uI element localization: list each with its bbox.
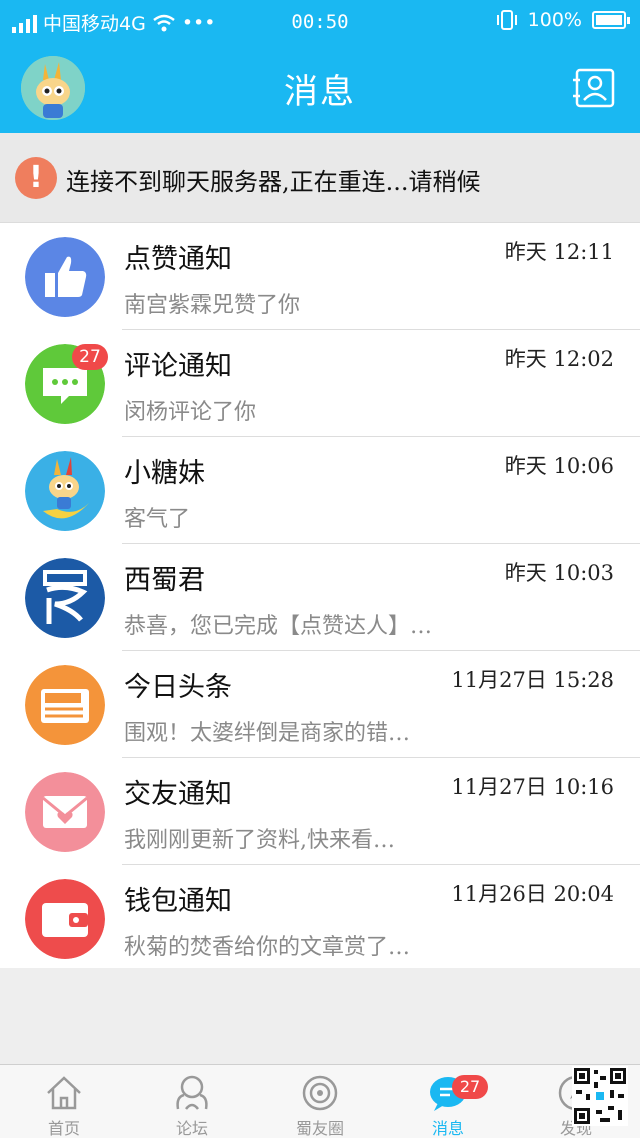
shu-logo-avatar (25, 558, 105, 638)
phone-vibrate-icon (496, 10, 517, 30)
heart-envelope-icon (25, 772, 105, 852)
qr-code-watermark (572, 1066, 628, 1126)
friends-circle-icon (302, 1075, 338, 1111)
message-preview: 客气了 (124, 507, 191, 532)
message-preview: 秋菊的焚香给你的文章赏了… (124, 935, 411, 960)
message-title: 交友通知 (124, 779, 232, 810)
message-time: 昨天 12:11 (504, 240, 614, 264)
page-title: 消息 (284, 72, 356, 112)
rabbit-mascot-avatar (25, 451, 105, 531)
tab-home[interactable]: 首页 (0, 1065, 128, 1138)
message-preview: 南宫紫霖兕赞了你 (124, 293, 301, 318)
message-row-xiaotangmei[interactable]: 小糖妹 昨天 10:06 客气了 (0, 437, 640, 544)
message-time: 昨天 10:06 (504, 454, 614, 478)
message-title: 西蜀君 (124, 565, 205, 596)
alert-text: 连接不到聊天服务器,正在重连...请稍候 (66, 168, 481, 196)
message-title: 评论通知 (124, 351, 232, 382)
tab-unread-badge: 27 (452, 1075, 488, 1099)
message-preview: 围观！太婆绊倒是商家的错… (124, 721, 411, 746)
message-time: 11月27日 10:16 (451, 775, 614, 799)
forum-icon (176, 1075, 208, 1110)
tab-label: 首页 (47, 1119, 80, 1138)
thumbs-up-icon (25, 237, 105, 317)
message-title: 小糖妹 (124, 458, 205, 489)
message-row-comments[interactable]: 27 评论通知 昨天 12:02 闵杨评论了你 (0, 330, 640, 437)
message-preview: 恭喜，您已完成【点赞达人】… (124, 614, 433, 639)
message-row-xishujun[interactable]: 西蜀君 昨天 10:03 恭喜，您已完成【点赞达人】… (0, 544, 640, 651)
message-time: 11月27日 15:28 (451, 668, 614, 692)
tab-label: 蜀友圈 (295, 1119, 344, 1138)
battery-icon (592, 11, 630, 29)
status-bar: 中国移动4G ••• 00:50 100% (0, 0, 640, 44)
message-row-toutiao[interactable]: 今日头条 11月27日 15:28 围观！太婆绊倒是商家的错… (0, 651, 640, 758)
message-preview: 我刚刚更新了资料,快来看… (124, 828, 395, 853)
message-row-friends[interactable]: 交友通知 11月27日 10:16 我刚刚更新了资料,快来看… (0, 758, 640, 865)
message-title: 钱包通知 (124, 886, 232, 917)
tab-messages[interactable]: 27 消息 (384, 1065, 512, 1138)
message-time: 昨天 10:03 (504, 561, 614, 585)
top-bar: 中国移动4G ••• 00:50 100% 消息 (0, 0, 640, 133)
wallet-icon (25, 879, 105, 959)
bottom-tab-bar: 首页 论坛 蜀友圈 27 消息 发现 (0, 1064, 640, 1138)
message-row-likes[interactable]: 点赞通知 昨天 12:11 南宫紫霖兕赞了你 (0, 223, 640, 330)
tab-forum[interactable]: 论坛 (128, 1065, 256, 1138)
tab-friends-circle[interactable]: 蜀友圈 (256, 1065, 384, 1138)
home-icon (47, 1076, 81, 1110)
contacts-button[interactable] (572, 68, 616, 108)
message-time: 11月26日 20:04 (451, 882, 614, 906)
message-title: 点赞通知 (124, 244, 232, 275)
warning-icon: ! (15, 157, 57, 199)
unread-badge: 27 (72, 344, 108, 370)
tab-label: 论坛 (175, 1119, 208, 1138)
message-row-wallet[interactable]: 钱包通知 11月26日 20:04 秋菊的焚香给你的文章赏了… (0, 865, 640, 972)
message-time: 昨天 12:02 (504, 347, 614, 371)
contacts-icon (573, 68, 615, 108)
tab-label: 消息 (431, 1119, 464, 1138)
message-title: 今日头条 (124, 672, 232, 703)
message-preview: 闵杨评论了你 (124, 400, 257, 425)
battery-percent: 100% (527, 9, 582, 31)
message-list: 点赞通知 昨天 12:11 南宫紫霖兕赞了你 27 评论通知 昨天 12:02 … (0, 223, 640, 968)
newspaper-icon (25, 665, 105, 745)
